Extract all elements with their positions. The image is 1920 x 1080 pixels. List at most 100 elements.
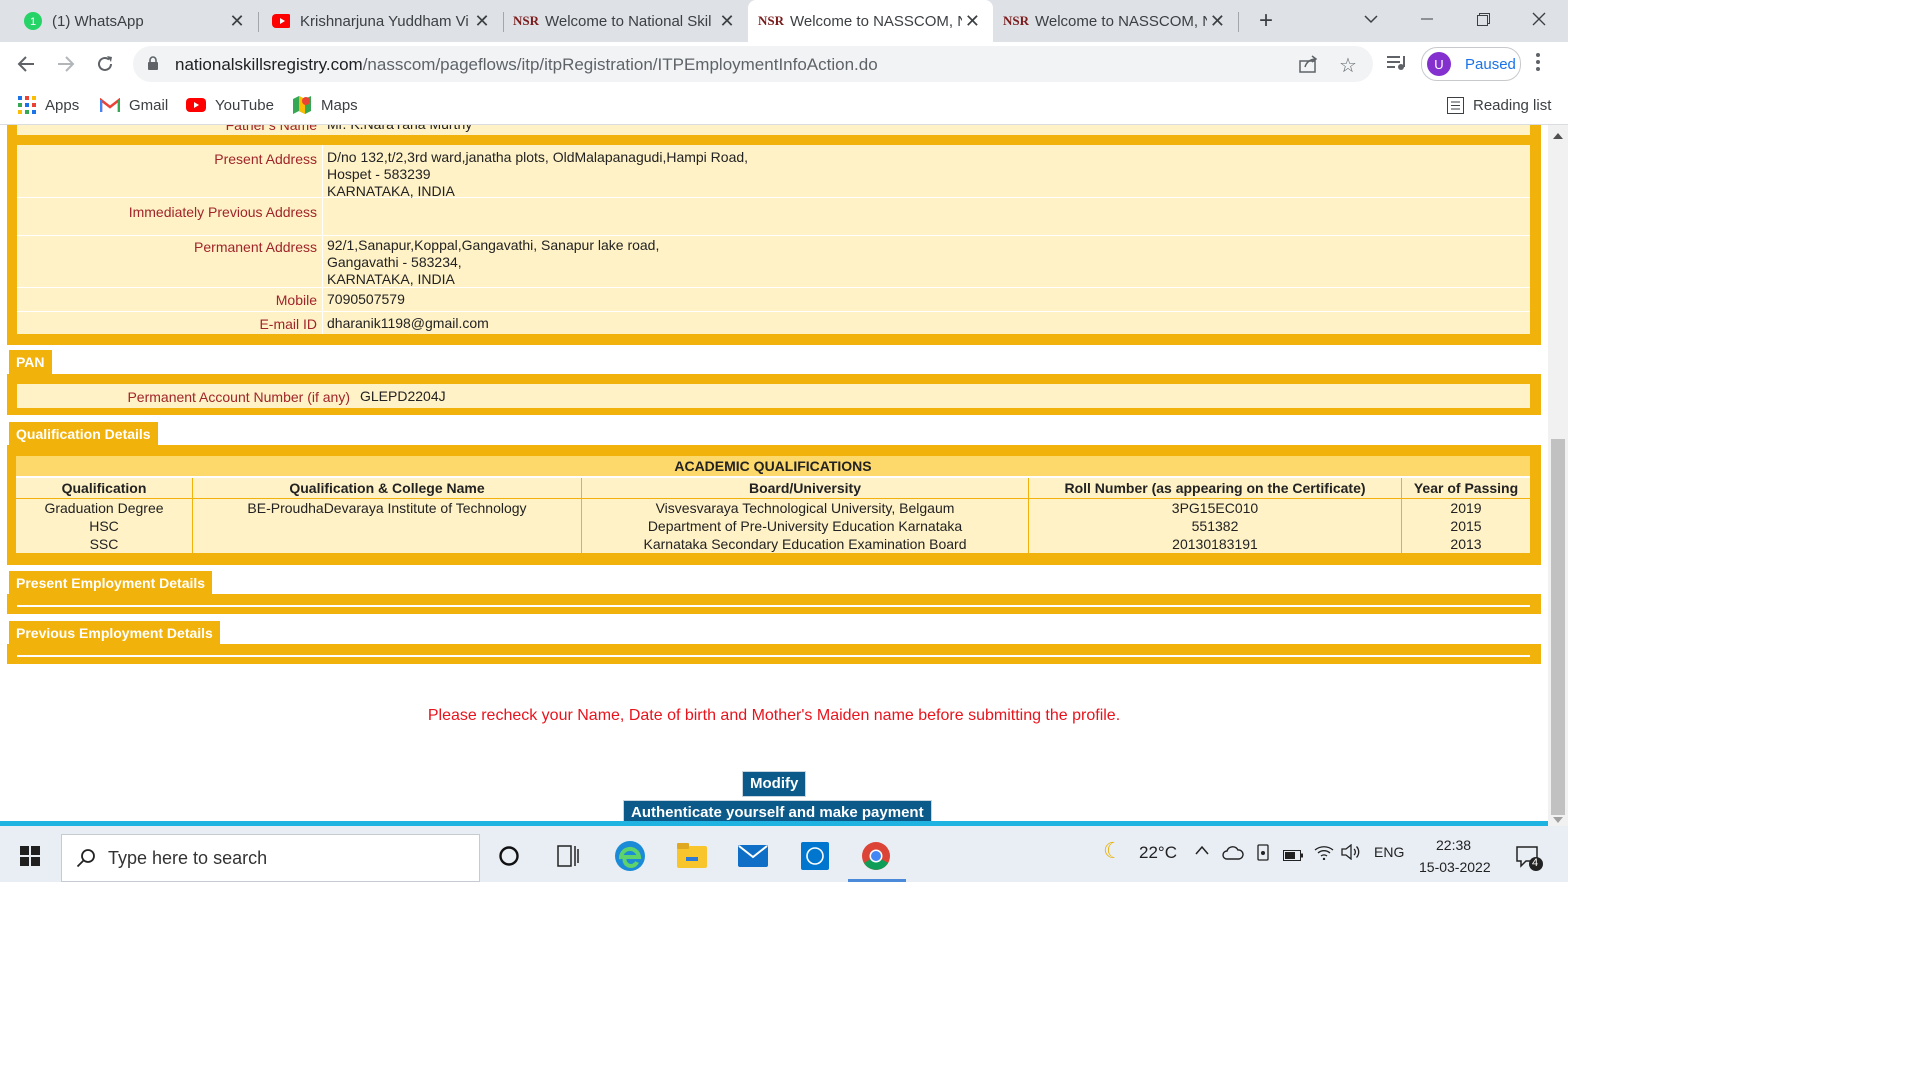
table-cell: BE-ProudhaDevaraya Institute of Technolo… [192,498,582,517]
active-app-indicator [848,879,906,882]
volume-icon[interactable] [1341,843,1361,864]
tab-title: Krishnarjuna Yuddham Vi [300,12,469,30]
bookmark-label: Gmail [129,96,169,114]
cortana-icon[interactable] [487,834,531,878]
mail-icon[interactable] [731,834,775,878]
weather-moon-icon[interactable]: ☾ [1103,838,1123,864]
present-address-line-2: Hospet - 583239 [327,166,431,182]
table-cell: 2013 [1401,535,1530,553]
recheck-warning: Please recheck your Name, Date of birth … [427,707,1121,724]
youtube-icon [186,98,206,112]
close-tab-icon[interactable]: ✕ [226,11,248,32]
reload-icon[interactable] [91,50,119,78]
empty-row [17,655,1530,657]
empty-row [17,605,1530,607]
table-caption: ACADEMIC QUALIFICATIONS [16,456,1530,478]
modify-button[interactable]: Modify [742,771,807,797]
present-employment-header: Present Employment Details [9,571,213,595]
present-address-line-1: D/no 132,t/2,3rd ward,janatha plots, Old… [327,149,749,165]
bookmark-youtube[interactable]: YouTube [186,86,274,124]
page-content: Father's Name Mr. K.NaraYana Murthy Pres… [0,125,1548,826]
dell-app-icon[interactable] [793,834,837,878]
fathers-name-value: Mr. K.NaraYana Murthy [327,125,472,133]
permanent-address-line-3: KARNATAKA, INDIA [327,271,455,287]
tab-search-icon[interactable] [1348,0,1394,38]
table-cell: Visvesvaraya Technological University, B… [581,498,1029,517]
close-tab-icon[interactable]: ✕ [471,11,493,32]
bookmark-maps[interactable]: Maps [292,86,358,124]
wifi-icon[interactable] [1314,844,1334,864]
clock-date[interactable]: 15-03-2022 [1419,859,1491,875]
battery-icon[interactable] [1283,848,1303,865]
reading-list-button[interactable]: Reading list [1447,86,1551,124]
apps-grid-icon [18,96,36,114]
table-cell: HSC [16,517,193,535]
weather-temperature[interactable]: 22°C [1139,843,1177,863]
reading-list-label: Reading list [1473,96,1552,114]
new-tab-button[interactable]: + [1243,2,1289,40]
file-explorer-icon[interactable] [670,834,714,878]
vertical-scrollbar[interactable] [1548,125,1568,826]
chrome-icon[interactable] [854,834,898,878]
search-icon [76,848,96,868]
show-hidden-icons-icon[interactable] [1195,842,1209,860]
windows-taskbar: Type here to search ☾ 22°C ENG 22:38 15- [0,826,1568,882]
table-cell: 551382 [1028,517,1402,535]
onedrive-icon[interactable] [1222,846,1244,864]
restore-button[interactable] [1460,0,1506,38]
tab-nasscom[interactable]: NSR Welcome to NASSCOM, N ✕ [993,0,1238,42]
media-control-icon[interactable] [1387,55,1407,76]
column-header: Board/University [581,477,1029,499]
close-window-button[interactable] [1516,0,1562,38]
clock-time[interactable]: 22:38 [1436,837,1471,853]
task-view-icon[interactable] [546,834,590,878]
youtube-icon [272,12,290,30]
minimize-button[interactable] [1404,0,1450,38]
browser-toolbar: nationalskillsregistry.com/nasscom/pagef… [0,42,1568,86]
bookmark-gmail[interactable]: Gmail [100,86,168,124]
tab-youtube[interactable]: Krishnarjuna Yuddham Vi ✕ [258,0,503,42]
scrollbar-thumb[interactable] [1551,439,1565,815]
forward-icon[interactable] [52,50,80,78]
tab-title: Welcome to NASSCOM, N [1035,12,1207,30]
fathers-name-label: Father's Name [225,125,317,133]
row-divider [17,235,1530,236]
scroll-down-icon[interactable] [1553,817,1563,823]
avatar: U [1427,52,1451,76]
close-tab-icon[interactable]: ✕ [962,11,983,32]
taskbar-search-box[interactable]: Type here to search [61,834,480,882]
bookmark-apps[interactable]: Apps [18,86,79,124]
reading-list-icon [1447,96,1464,114]
profile-button[interactable]: U Paused [1421,47,1521,81]
close-tab-icon[interactable]: ✕ [1207,11,1228,32]
table-cell: 2015 [1401,517,1530,535]
address-bar[interactable]: nationalskillsregistry.com/nasscom/pagef… [133,46,1373,82]
back-icon[interactable] [12,50,40,78]
windows-start-icon[interactable] [8,834,52,878]
notification-count: 4 [1532,857,1539,869]
lock-icon[interactable] [147,56,159,76]
present-address-label: Present Address [214,151,317,167]
tab-national-skills[interactable]: NSR Welcome to National Skil ✕ [503,0,748,42]
maps-icon [292,95,312,115]
row-divider [17,287,1530,288]
close-tab-icon[interactable]: ✕ [716,11,738,32]
notifications-icon[interactable] [1516,846,1546,876]
language-indicator[interactable]: ENG [1374,844,1404,860]
previous-employment-section [7,644,1541,664]
edge-icon[interactable] [608,834,652,878]
tab-whatsapp[interactable]: 1 (1) WhatsApp ✕ [10,0,258,42]
tab-nasscom-active[interactable]: NSR Welcome to NASSCOM, N ✕ [748,0,993,42]
scroll-up-icon[interactable] [1553,133,1563,139]
share-icon[interactable] [1299,55,1319,78]
pan-section-header: PAN [9,350,52,374]
qualification-section-header: Qualification Details [9,422,158,446]
academic-qualifications-table: ACADEMIC QUALIFICATIONS Qualification Qu… [16,456,1530,553]
nsr-logo-icon: NSR [758,13,785,28]
column-header: Qualification [16,477,193,499]
tab-separator [1238,12,1239,32]
meet-now-icon[interactable] [1255,844,1271,866]
bookmark-star-icon[interactable]: ☆ [1339,53,1357,78]
svg-text:1: 1 [30,16,36,28]
more-menu-icon[interactable] [1535,52,1541,77]
